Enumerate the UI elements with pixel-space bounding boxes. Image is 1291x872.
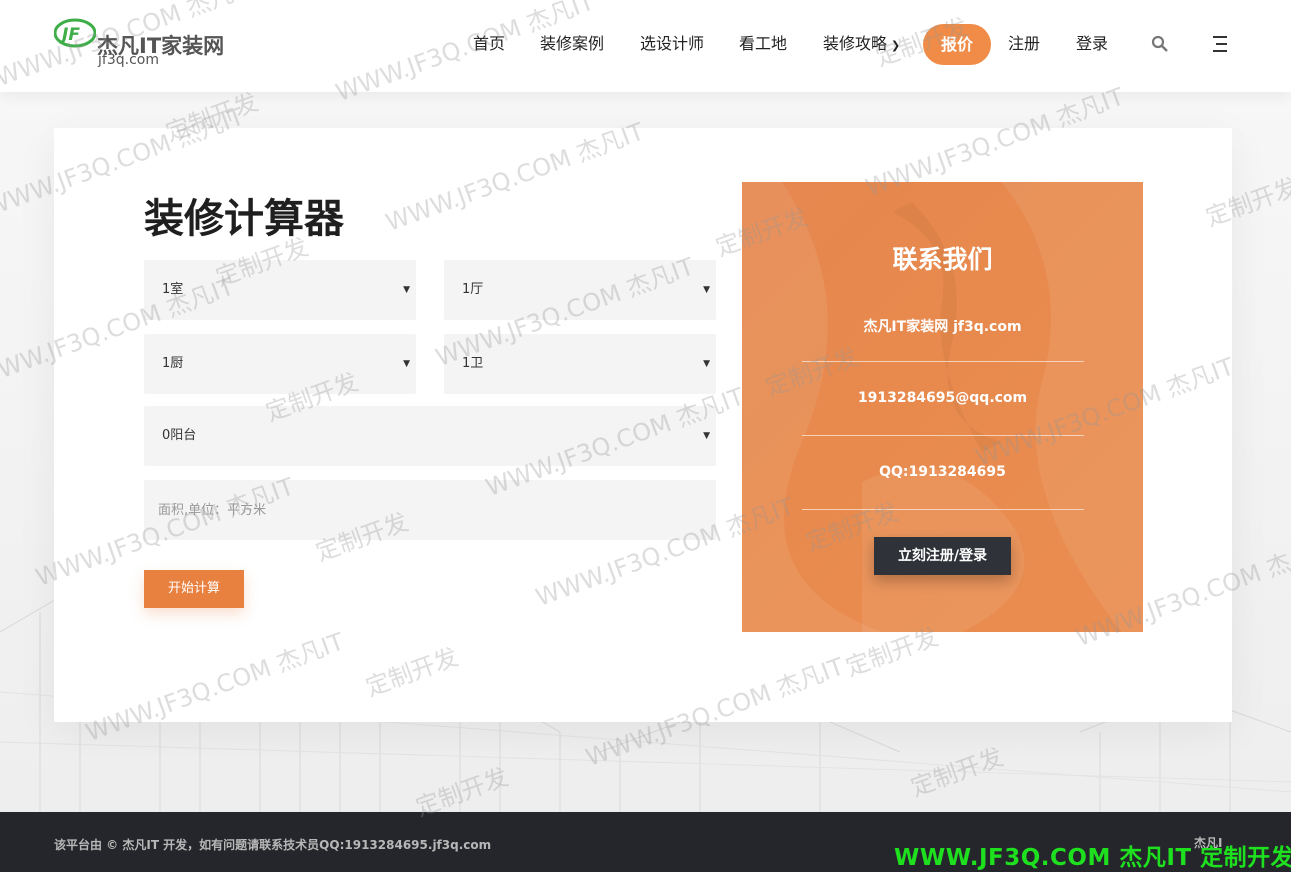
nav-guides-label: 装修攻略 [823,34,888,53]
kitchens-select[interactable]: 1厨 ▼ [144,334,416,394]
dropdown-arrow-icon: ▼ [403,359,410,369]
baths-select-value: 1卫 [462,356,484,371]
quote-button[interactable]: 报价 [923,24,991,65]
calculator-card: 装修计算器 1室 ▼ 1厅 ▼ 1厨 ▼ 1卫 ▼ 0阳台 ▼ 开始计算 联系我 [54,128,1232,722]
contact-panel: 联系我们 杰凡IT家装网 jf3q.com 1913284695@qq.com … [742,182,1143,632]
divider [802,361,1084,362]
contact-email: 1913284695@qq.com [857,390,1028,406]
menu-icon[interactable] [1211,35,1229,53]
logo-subtitle: jf3q.com [98,52,159,68]
nav-login[interactable]: 登录 [1076,22,1108,66]
nav-sites[interactable]: 看工地 [739,22,787,66]
site-header: JF 杰凡IT家装网 jf3q.com 首页 装修案例 选设计师 看工地 装修攻… [0,0,1291,92]
logo-mark-icon: JF [54,18,96,48]
register-login-button[interactable]: 立刻注册/登录 [874,537,1011,575]
nav-register[interactable]: 注册 [1008,22,1040,66]
halls-select[interactable]: 1厅 ▼ [444,260,716,320]
dropdown-arrow-icon: ▼ [703,359,710,369]
balconies-select[interactable]: 0阳台 ▼ [144,406,716,466]
nav-guides[interactable]: 装修攻略 ❯ [823,22,900,66]
area-input[interactable] [144,480,716,540]
search-icon[interactable] [1151,35,1169,53]
divider [802,509,1084,510]
rooms-select-value: 1室 [162,282,184,297]
contact-title: 联系我们 [892,245,993,274]
nav-designers[interactable]: 选设计师 [640,22,704,66]
rooms-select[interactable]: 1室 ▼ [144,260,416,320]
halls-select-value: 1厅 [462,282,484,297]
contact-site: 杰凡IT家装网 jf3q.com [863,319,1022,335]
baths-select[interactable]: 1卫 ▼ [444,334,716,394]
divider [802,435,1084,436]
footer-copyright: 该平台由 © 杰凡IT 开发，如有问题请联系技术员QQ:1913284695.j… [54,838,492,852]
kitchens-select-value: 1厨 [162,356,184,371]
start-calculation-button[interactable]: 开始计算 [144,570,244,608]
dropdown-arrow-icon: ▼ [703,285,710,295]
balconies-select-value: 0阳台 [162,428,197,443]
nav-cases[interactable]: 装修案例 [540,22,604,66]
chevron-down-icon: ❯ [891,39,901,52]
brand-watermark: WWW.JF3Q.COM 杰凡IT 定制开发 [894,845,1291,871]
contact-qq: QQ:1913284695 [879,464,1006,480]
calculator-title: 装修计算器 [144,196,344,242]
dropdown-arrow-icon: ▼ [403,285,410,295]
dropdown-arrow-icon: ▼ [703,431,710,441]
svg-text:JF: JF [59,25,80,45]
nav-home[interactable]: 首页 [473,22,505,66]
site-logo[interactable]: JF 杰凡IT家装网 jf3q.com [54,14,234,74]
